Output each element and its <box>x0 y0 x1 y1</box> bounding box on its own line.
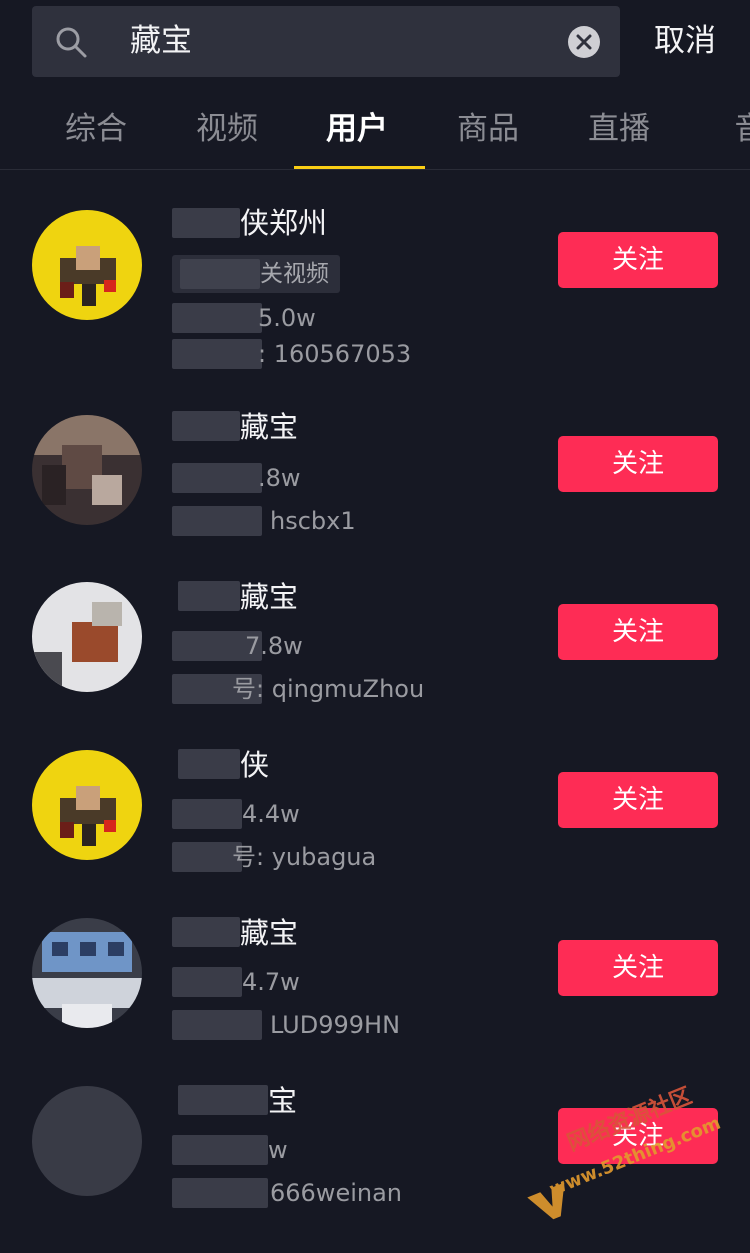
follower-count: 5.0w <box>258 304 316 332</box>
clear-search-button[interactable] <box>568 26 600 58</box>
avatar[interactable] <box>32 750 142 860</box>
user-id: hscbx1 <box>270 507 356 535</box>
censored-block <box>180 259 260 289</box>
censored-block <box>172 799 242 829</box>
follower-count: 4.4w <box>242 800 300 828</box>
follower-count: 7.8w <box>245 632 303 660</box>
censored-block <box>172 303 262 333</box>
user-name: 藏宝 <box>240 916 299 950</box>
censored-block <box>172 1135 268 1165</box>
avatar[interactable] <box>32 582 142 692</box>
search-bar[interactable]: 藏宝 <box>32 6 620 77</box>
tab-all[interactable]: 综合 <box>31 96 161 162</box>
censored-block <box>172 411 240 441</box>
avatar[interactable] <box>32 415 142 525</box>
tag-chip: 关视频 <box>172 255 340 293</box>
user-id: 号: yubagua <box>232 843 377 871</box>
follower-count: w <box>268 1136 288 1164</box>
user-name: 侠 <box>240 748 270 782</box>
tab-videos[interactable]: 视频 <box>162 96 292 162</box>
watermark: 网络资源社区 www.52thing.com <box>505 1067 735 1253</box>
follower-count: .8w <box>258 464 301 492</box>
censored-block <box>172 1178 268 1208</box>
user-id: LUD999HN <box>270 1011 401 1039</box>
censored-block <box>172 339 262 369</box>
user-name: 侠郑州 <box>240 206 328 240</box>
user-name: 宝 <box>268 1084 298 1118</box>
follow-button[interactable]: 关注 <box>558 436 718 492</box>
censored-block <box>178 1085 268 1115</box>
result-tabs: 综合 视频 用户 商品 直播 音 <box>0 96 750 170</box>
censored-block <box>172 917 240 947</box>
avatar[interactable] <box>32 1086 142 1196</box>
censored-block <box>172 967 242 997</box>
follow-button[interactable]: 关注 <box>558 940 718 996</box>
censored-block <box>172 506 262 536</box>
follower-count: 4.7w <box>242 968 300 996</box>
search-input[interactable]: 藏宝 <box>130 6 192 77</box>
tab-live[interactable]: 直播 <box>554 96 684 162</box>
tabs-divider <box>0 169 750 170</box>
censored-block <box>172 463 262 493</box>
user-name: 藏宝 <box>240 410 299 444</box>
tag-text: 关视频 <box>260 261 329 287</box>
tab-products[interactable]: 商品 <box>423 96 553 162</box>
user-id: : 160567053 <box>258 340 412 368</box>
search-icon <box>54 25 88 59</box>
censored-block <box>172 1010 262 1040</box>
user-name: 藏宝 <box>240 580 299 614</box>
user-id: 号: qingmuZhou <box>232 675 425 703</box>
censored-block <box>178 581 240 611</box>
user-id: 666weinan <box>270 1179 402 1207</box>
cancel-button[interactable]: 取消 <box>654 6 716 77</box>
censored-block <box>172 208 240 238</box>
follow-button[interactable]: 关注 <box>558 604 718 660</box>
avatar[interactable] <box>32 918 142 1028</box>
follow-button[interactable]: 关注 <box>558 772 718 828</box>
tab-music[interactable]: 音 <box>685 96 750 162</box>
tab-users[interactable]: 用户 <box>292 96 422 162</box>
follow-button[interactable]: 关注 <box>558 232 718 288</box>
censored-block <box>178 749 240 779</box>
close-icon <box>576 34 592 50</box>
avatar[interactable] <box>32 210 142 320</box>
